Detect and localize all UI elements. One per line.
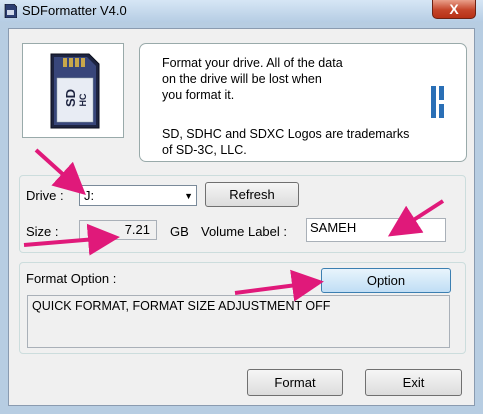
sd-card-app-icon bbox=[4, 4, 17, 18]
format-button[interactable]: Format bbox=[247, 369, 343, 396]
format-option-label: Format Option : bbox=[26, 271, 117, 286]
svg-text:HC: HC bbox=[78, 93, 88, 106]
chevron-down-icon[interactable]: ▼ bbox=[184, 191, 193, 201]
drive-select[interactable]: J: ▼ bbox=[79, 185, 197, 206]
volume-label-caption: Volume Label : bbox=[201, 224, 288, 239]
exit-button[interactable]: Exit bbox=[365, 369, 462, 396]
sd-association-logo-icon bbox=[431, 86, 444, 118]
client-area: SD HC Format your drive. All of the data… bbox=[8, 28, 475, 406]
format-warning-text: Format your drive. All of the data on th… bbox=[162, 56, 343, 102]
trademark-text: SD, SDHC and SDXC Logos are trademarks o… bbox=[162, 127, 410, 157]
format-option-status: QUICK FORMAT, FORMAT SIZE ADJUSTMENT OFF bbox=[27, 295, 450, 348]
window-title: SDFormatter V4.0 bbox=[22, 3, 127, 18]
size-unit: GB bbox=[170, 224, 189, 239]
app-window: SDFormatter V4.0 X SD HC Format your dri… bbox=[0, 0, 483, 414]
refresh-button[interactable]: Refresh bbox=[205, 182, 299, 207]
title-bar[interactable]: SDFormatter V4.0 X bbox=[0, 0, 483, 22]
drive-label: Drive : bbox=[26, 188, 64, 203]
option-button[interactable]: Option bbox=[321, 268, 451, 293]
close-button[interactable]: X bbox=[432, 0, 476, 19]
sdhc-card-icon: SD HC bbox=[50, 53, 100, 129]
volume-label-input[interactable]: SAMEH bbox=[306, 218, 446, 242]
info-panel: Format your drive. All of the data on th… bbox=[139, 43, 467, 162]
size-readout: 7.21 bbox=[79, 220, 157, 240]
sd-card-logo: SD HC bbox=[22, 43, 124, 138]
size-label: Size : bbox=[26, 224, 59, 239]
drive-select-value: J: bbox=[84, 188, 95, 203]
svg-text:SD: SD bbox=[63, 89, 78, 107]
